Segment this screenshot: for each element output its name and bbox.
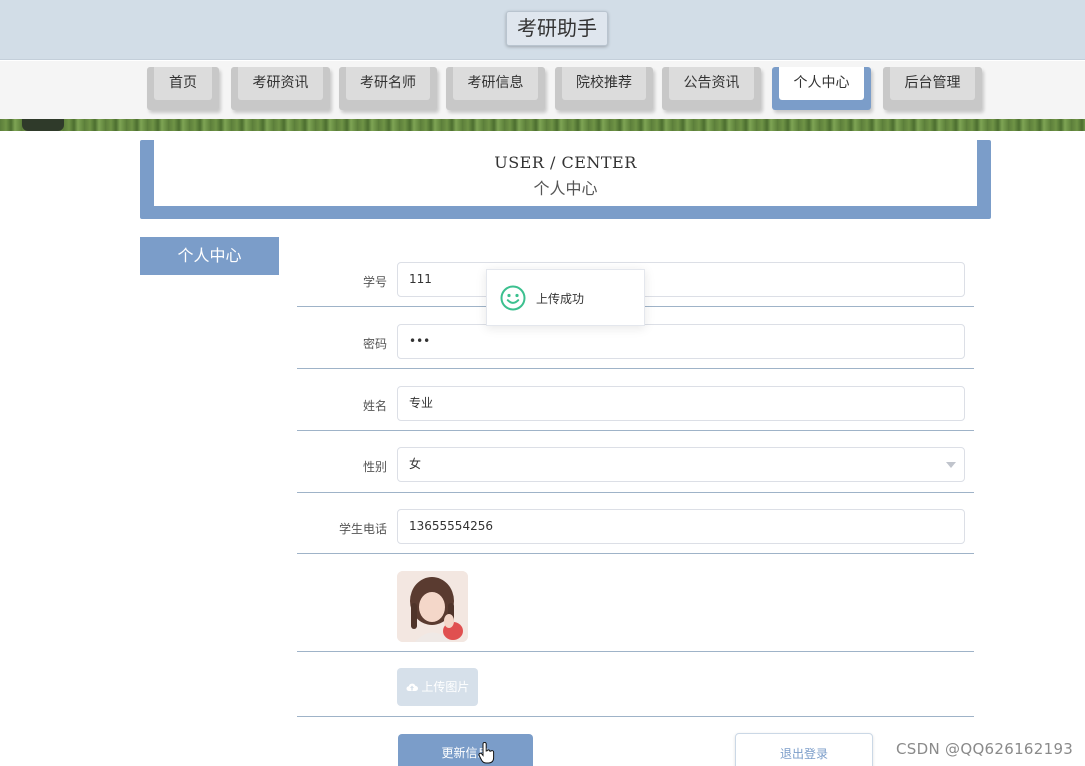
hand-cursor-icon — [478, 742, 495, 764]
cloud-upload-icon — [406, 683, 418, 692]
form-row-password: 密码 ••• — [297, 324, 974, 369]
upload-image-button[interactable]: 上传图片 — [397, 668, 478, 706]
student-id-input[interactable]: 111 — [397, 262, 965, 297]
nav-item-admin[interactable]: 后台管理 — [883, 67, 982, 110]
gender-label: 性别 — [362, 460, 387, 474]
upload-image-label: 上传图片 — [421, 680, 470, 694]
nav-item-label: 公告资讯 — [669, 67, 754, 100]
password-label: 密码 — [362, 337, 387, 351]
nav-item-news[interactable]: 考研资讯 — [231, 67, 330, 110]
password-input[interactable]: ••• — [397, 324, 965, 359]
main-nav: 首页 考研资讯 考研名师 考研信息 院校推荐 公告资讯 个人中心 后台管理 — [0, 61, 1085, 119]
nav-item-home[interactable]: 首页 — [147, 67, 219, 110]
student-id-label: 学号 — [362, 275, 387, 289]
phone-input[interactable]: 13655554256 — [397, 509, 965, 544]
nav-item-label: 首页 — [154, 67, 212, 100]
nav-item-label: 考研信息 — [453, 67, 538, 100]
nav-item-label: 后台管理 — [890, 67, 975, 100]
success-toast: 上传成功 — [486, 269, 645, 326]
update-info-button[interactable]: 更新信息 — [398, 734, 533, 766]
nav-item-teachers[interactable]: 考研名师 — [339, 67, 437, 110]
smile-icon — [500, 285, 526, 311]
chevron-down-icon — [946, 462, 956, 468]
watermark: CSDN @QQ626162193 — [896, 740, 1074, 758]
nav-item-info[interactable]: 考研信息 — [446, 67, 545, 110]
nav-item-label: 个人中心 — [779, 67, 864, 100]
nav-item-label: 院校推荐 — [562, 67, 646, 100]
nav-item-announcements[interactable]: 公告资讯 — [662, 67, 761, 110]
app-title: 考研助手 — [506, 11, 608, 46]
logout-button[interactable]: 退出登录 — [735, 733, 873, 766]
nav-item-personal-center[interactable]: 个人中心 — [772, 67, 871, 110]
form-row-avatar — [297, 553, 974, 652]
name-label: 姓名 — [362, 399, 387, 413]
gender-select-value: 女 — [409, 457, 422, 471]
avatar — [397, 571, 468, 642]
form-row-phone: 学生电话 13655554256 — [297, 509, 974, 554]
banner-title-cn: 个人中心 — [533, 179, 598, 198]
nav-item-label: 考研名师 — [346, 67, 430, 100]
banner-image-strip — [0, 119, 1085, 131]
page-banner: USER / CENTER 个人中心 — [140, 140, 991, 219]
form-row-gender: 性别 女 — [297, 447, 974, 493]
nav-item-schools[interactable]: 院校推荐 — [555, 67, 653, 110]
app-header: 考研助手 — [0, 0, 1085, 60]
phone-label: 学生电话 — [338, 522, 387, 536]
banner-title-en: USER / CENTER — [494, 153, 637, 172]
nav-item-label: 考研资讯 — [238, 67, 323, 100]
form-row-name: 姓名 专业 — [297, 386, 974, 431]
toast-message: 上传成功 — [536, 292, 585, 306]
form-row-upload: 上传图片 — [297, 651, 974, 717]
name-input[interactable]: 专业 — [397, 386, 965, 421]
gender-select[interactable]: 女 — [397, 447, 965, 482]
sidebar-title[interactable]: 个人中心 — [140, 237, 279, 275]
